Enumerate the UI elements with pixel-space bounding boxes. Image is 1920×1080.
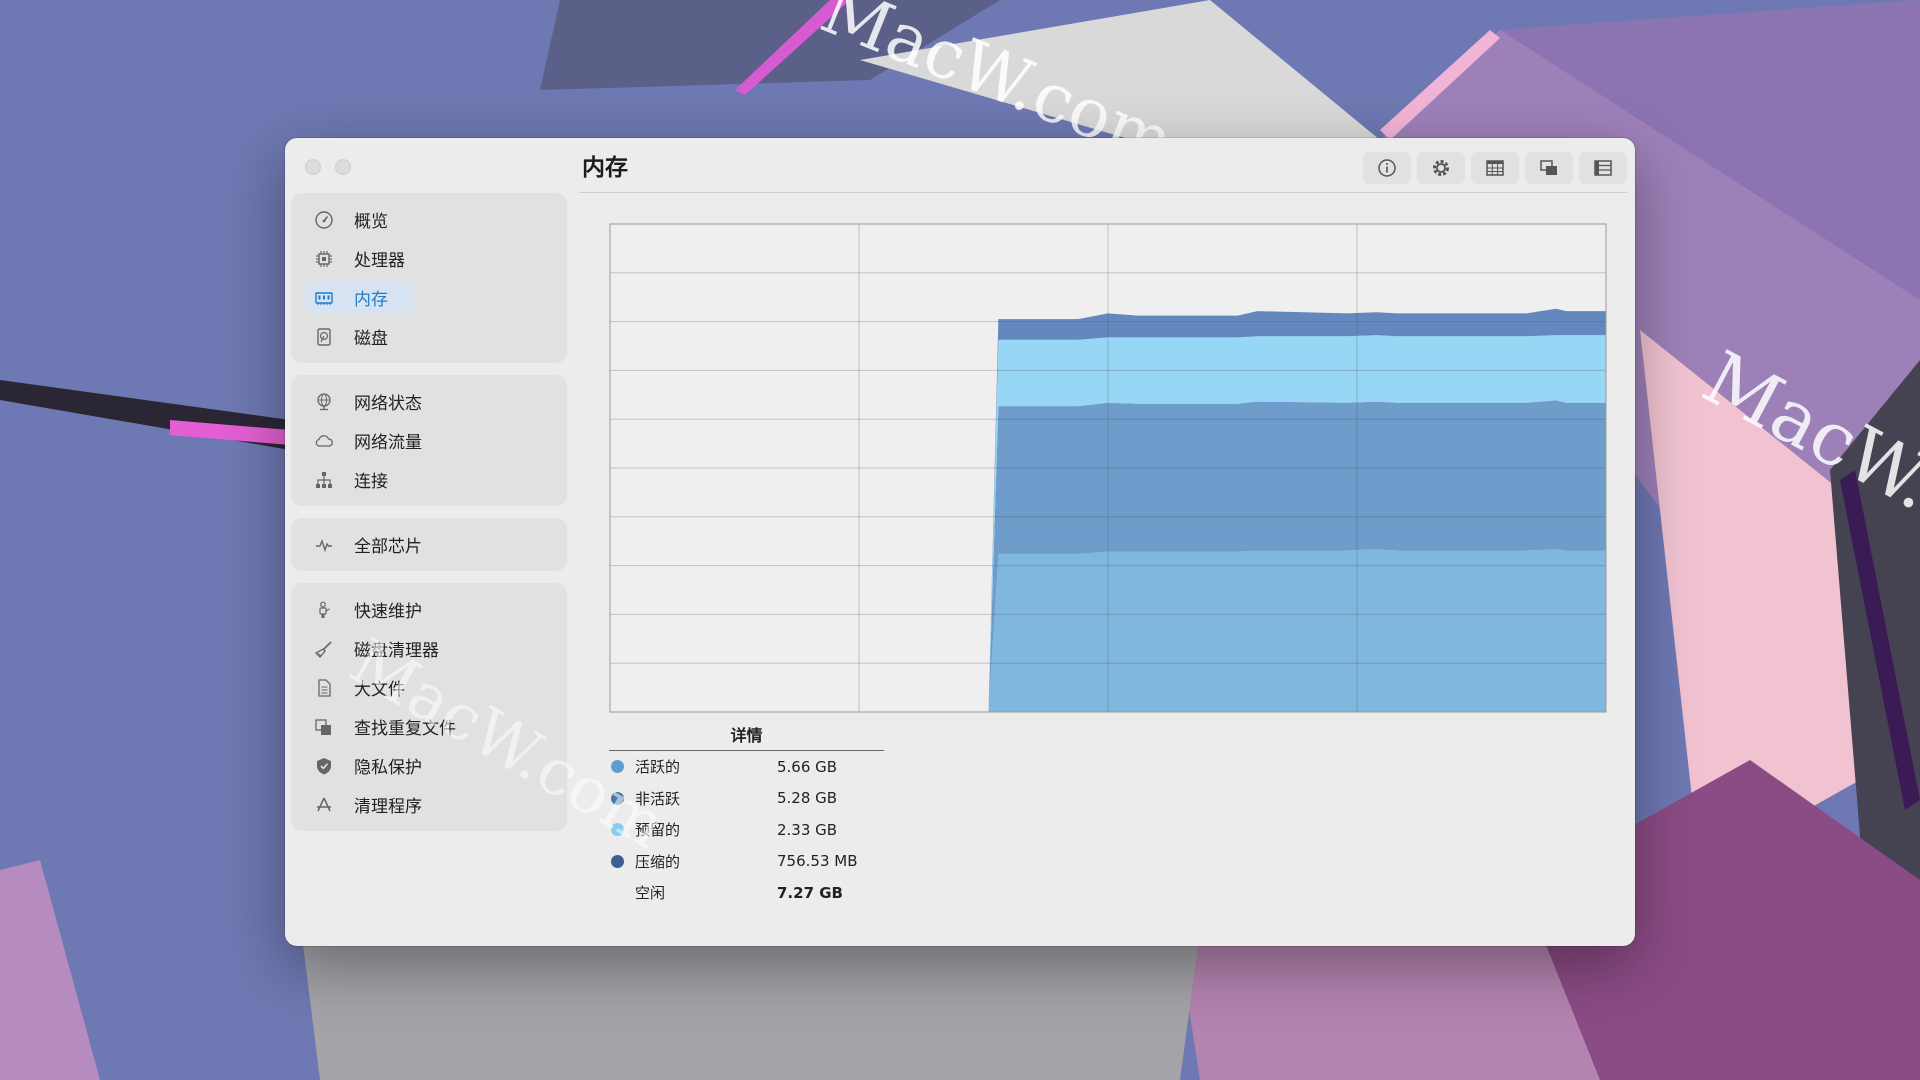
sidebar: 概览 处理器 内存 磁盘 网络状态 网络流量 连接 全部芯片 快速维护 磁盘清理… [291,193,567,843]
details-row-value: 5.66 GB [777,757,838,776]
sidebar-item-label: 内存 [354,290,388,310]
sidebar-item-disk[interactable]: 磁盘 [291,317,567,356]
sidebar-item-label: 查找重复文件 [354,719,456,739]
list-icon [1594,160,1612,176]
details-row-name: 预留的 [635,821,681,840]
pulse-icon [313,534,335,556]
windows-icon [1540,160,1557,175]
details-row-name: 空闲 [635,884,666,903]
sidebar-item-label: 快速维护 [354,602,422,622]
sidebar-item-network-traffic[interactable]: 网络流量 [291,421,567,460]
details-header: 详情 [609,721,884,751]
sidebar-item-overview[interactable]: 概览 [291,200,567,239]
file-icon [313,677,335,699]
info-button[interactable] [1363,152,1411,184]
shield-icon [313,755,335,777]
sidebar-item-all-chips[interactable]: 全部芯片 [291,525,567,564]
sidebar-item-label: 网络流量 [354,433,422,453]
page-title: 内存 [582,155,628,181]
sidebar-item-network-status[interactable]: 网络状态 [291,382,567,421]
settings-button[interactable] [1417,152,1465,184]
sidebar-group-network: 网络状态 网络流量 连接 [291,375,567,506]
sidebar-item-uninstaller[interactable]: 清理程序 [291,785,567,824]
legend-dot-compressed [611,854,624,868]
windows-button[interactable] [1525,152,1573,184]
appstore-icon [313,794,335,816]
memory-usage-chart [609,223,1607,713]
sidebar-item-label: 清理程序 [354,797,422,817]
sidebar-item-label: 磁盘 [354,329,388,349]
sidebar-item-label: 全部芯片 [354,537,422,557]
sidebar-item-quick-maintenance[interactable]: 快速维护 [291,590,567,629]
sidebar-group-tools: 快速维护 磁盘清理器 大文件 查找重复文件 隐私保护 清理程序 [291,583,567,831]
details-row-free: 空闲 7.27 GB [609,877,884,909]
sidebar-item-label: 网络状态 [354,394,422,414]
title-divider [579,192,1627,193]
details-row-inactive: 非活跃 5.28 GB [609,783,884,815]
sidebar-item-label: 磁盘清理器 [354,641,439,661]
legend-dot-free [611,886,624,899]
details-row-name: 活跃的 [635,758,681,777]
sidebar-item-disk-cleaner[interactable]: 磁盘清理器 [291,629,567,668]
sidebar-item-privacy[interactable]: 隐私保护 [291,746,567,785]
sidebar-item-cpu[interactable]: 处理器 [291,239,567,278]
app-window: 内存 概览 处理器 内存 磁盘 网络状态 网络流量 连接 全部芯片 快速维护 磁… [285,138,1635,946]
memory-icon [313,287,335,309]
sidebar-item-label: 概览 [354,212,388,232]
gauge-icon [313,209,335,231]
sidebar-item-connections[interactable]: 连接 [291,460,567,499]
details-row-name: 非活跃 [635,789,681,808]
details-row-name: 压缩的 [635,852,681,871]
details-row-value: 7.27 GB [777,883,843,902]
memory-area-chart [609,223,1607,713]
details-row-value: 5.28 GB [777,789,838,808]
details-row-value: 2.33 GB [777,820,838,839]
info-icon [1378,159,1396,177]
legend-dot-wired [611,823,624,837]
sidebar-item-memory[interactable]: 内存 [291,278,567,317]
network-tree-icon [313,469,335,491]
details-row-wired: 预留的 2.33 GB [609,814,884,846]
duplicate-icon [313,716,335,738]
sidebar-item-label: 处理器 [354,251,405,271]
window-minimize-button[interactable] [335,159,351,175]
sidebar-item-label: 大文件 [354,680,405,700]
details-row-value: 756.53 MB [777,852,858,871]
disk-icon [313,326,335,348]
globe-icon [313,391,335,413]
cloud-icon [313,430,335,452]
broom-icon [313,638,335,660]
details-row-active: 活跃的 5.66 GB [609,751,884,783]
details-row-compressed: 压缩的 756.53 MB [609,846,884,878]
legend-dot-inactive [611,791,624,805]
details-panel: 详情 活跃的 5.66 GB 非活跃 5.28 GB 预留的 2.33 GB 压… [609,721,884,909]
grid-icon [1486,160,1504,176]
gear-icon [1433,160,1449,176]
sidebar-item-label: 连接 [354,472,388,492]
list-view-button[interactable] [1579,152,1627,184]
cpu-icon [313,248,335,270]
sidebar-item-label: 隐私保护 [354,758,422,778]
window-close-button[interactable] [305,159,321,175]
sidebar-item-large-files[interactable]: 大文件 [291,668,567,707]
legend-dot-active [611,760,624,774]
maintenance-icon [313,599,335,621]
calendar-view-button[interactable] [1471,152,1519,184]
toolbar [1363,152,1627,184]
sidebar-item-find-duplicates[interactable]: 查找重复文件 [291,707,567,746]
sidebar-group-sensors: 全部芯片 [291,518,567,571]
sidebar-group-monitor: 概览 处理器 内存 磁盘 [291,193,567,363]
